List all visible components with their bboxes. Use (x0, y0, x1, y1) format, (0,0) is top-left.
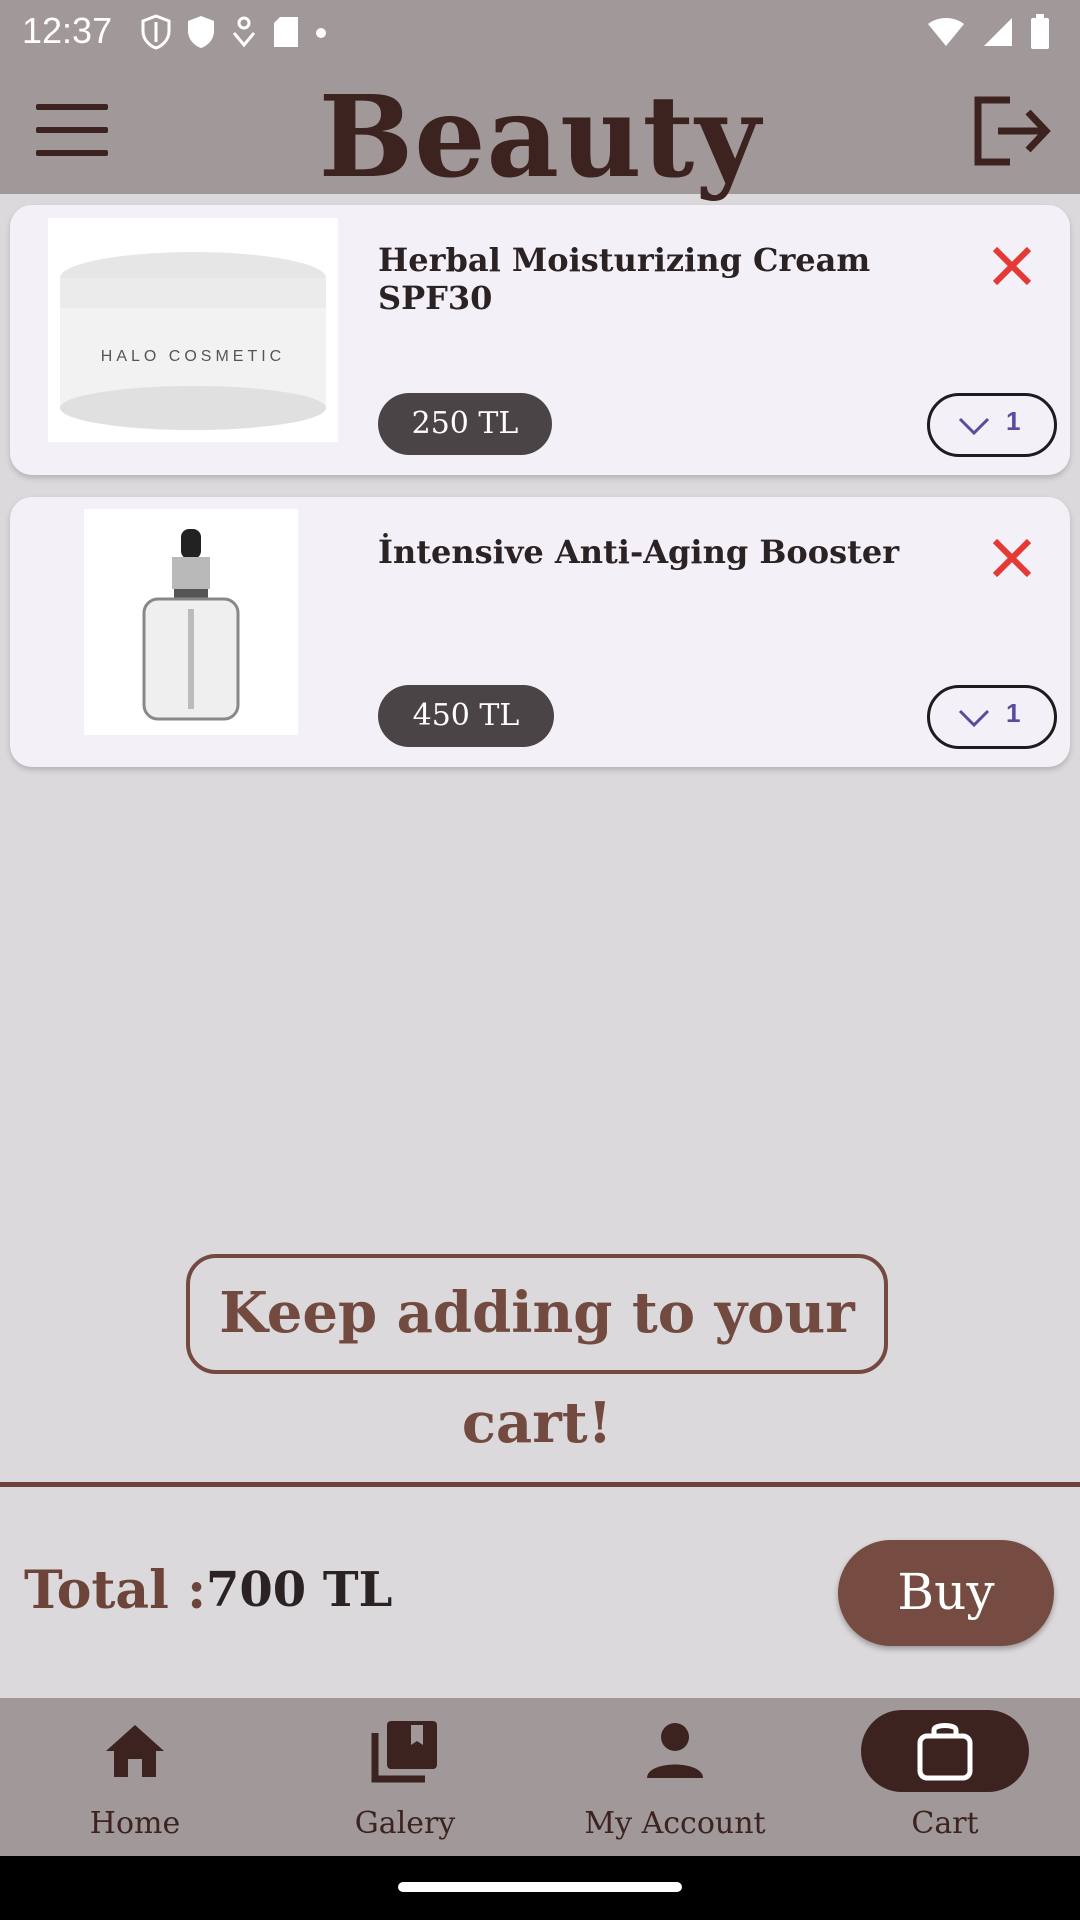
signal-icon (982, 16, 1014, 52)
total-label: Total : (24, 1560, 207, 1621)
product-image-cream-jar: HALO COSMETIC (48, 218, 338, 442)
battery-icon (1030, 14, 1050, 54)
nav-icon-container-active (861, 1710, 1029, 1792)
app-title: Beauty (318, 72, 762, 203)
chevron-down-icon (958, 709, 990, 728)
close-icon (992, 538, 1032, 578)
quantity-value: 1 (1006, 406, 1021, 436)
status-notification-icons (140, 14, 328, 54)
remove-item-button[interactable] (985, 531, 1039, 585)
shield-filled-icon (186, 14, 216, 54)
nav-label: My Account (584, 1806, 766, 1841)
divider (0, 1482, 1080, 1487)
nav-icon-container (51, 1710, 219, 1792)
quantity-dropdown[interactable]: 1 (927, 393, 1057, 457)
price-badge: 250 TL (378, 393, 552, 455)
nav-item-home[interactable]: Home (0, 1698, 270, 1856)
nav-icon-container (321, 1710, 489, 1792)
product-image-serum-bottle (84, 509, 298, 735)
nav-label: Home (89, 1806, 181, 1841)
buy-button[interactable]: Buy (838, 1540, 1054, 1646)
status-time: 12:37 (22, 10, 113, 51)
product-name: İntensive Anti-Aging Booster (378, 533, 900, 571)
sd-card-icon (272, 15, 300, 53)
total-value: 700 TL (206, 1562, 393, 1618)
price-badge: 450 TL (378, 685, 554, 747)
nav-item-my-account[interactable]: My Account (540, 1698, 810, 1856)
nav-label: Cart (911, 1806, 979, 1841)
chevron-down-icon (958, 417, 990, 436)
gesture-bar (0, 1856, 1080, 1920)
dot-icon (314, 25, 328, 44)
home-icon (106, 1725, 164, 1777)
nav-label: Galery (354, 1806, 456, 1841)
close-icon (992, 246, 1032, 286)
debug-icon (230, 15, 258, 53)
home-gesture-handle[interactable] (398, 1882, 682, 1892)
status-system-icons (926, 14, 1050, 54)
nav-icon-container (591, 1710, 759, 1792)
logout-icon[interactable] (972, 94, 1052, 168)
bottom-navigation: Home Galery My Account Cart (0, 1698, 1080, 1856)
app-bar: Beauty (0, 64, 1080, 203)
person-icon (647, 1723, 703, 1778)
nav-item-galery[interactable]: Galery (270, 1698, 540, 1856)
quantity-dropdown[interactable]: 1 (927, 685, 1057, 749)
cart-item-card: İntensive Anti-Aging Booster 450 TL 1 (10, 497, 1070, 767)
quantity-value: 1 (1006, 698, 1021, 728)
remove-item-button[interactable] (985, 239, 1039, 293)
nav-item-cart[interactable]: Cart (810, 1698, 1080, 1856)
keep-adding-button[interactable]: Keep adding to your cart! (186, 1254, 888, 1456)
shield-outline-icon (140, 14, 172, 54)
shopping-bag-icon (917, 1723, 973, 1781)
product-name: Herbal Moisturizing Cream SPF30 (378, 241, 871, 317)
gallery-icon (371, 1721, 437, 1783)
product-brand-text: HALO COSMETIC (100, 348, 286, 365)
cart-item-card: HALO COSMETIC Herbal Moisturizing Cream … (10, 205, 1070, 475)
status-bar: 12:37 (0, 0, 1080, 64)
wifi-icon (926, 16, 966, 52)
